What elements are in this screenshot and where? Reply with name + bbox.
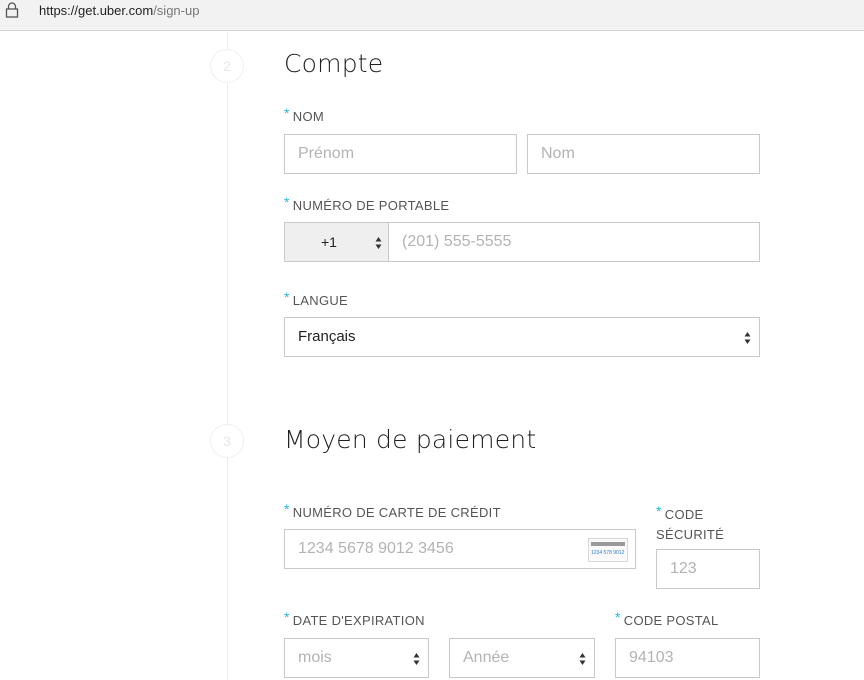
required-asterisk: * <box>284 105 290 121</box>
phone-input[interactable]: (201) 555-5555 <box>388 222 760 262</box>
select-arrows-icon <box>375 237 382 249</box>
select-arrows-icon <box>579 653 586 665</box>
card-number-placeholder: 1234 5678 9012 3456 <box>298 540 454 557</box>
progress-timeline <box>227 32 228 680</box>
cvv-input[interactable]: 123 <box>656 549 760 589</box>
required-asterisk: * <box>284 194 290 210</box>
language-label: * LANGUE <box>284 289 349 308</box>
expiry-month-placeholder: mois <box>298 649 332 666</box>
postal-code-input[interactable]: 94103 <box>615 638 760 678</box>
lock-icon <box>5 2 19 18</box>
expiry-label: * DATE D'EXPIRATION <box>284 609 425 628</box>
card-number-input[interactable]: 1234 5678 9012 3456 1234 578 9012 <box>284 529 636 569</box>
required-asterisk: * <box>284 289 290 305</box>
credit-card-icon: 1234 578 9012 <box>588 538 628 562</box>
first-name-input[interactable]: Prénom <box>284 134 517 174</box>
required-asterisk: * <box>284 501 290 517</box>
phone-label: * NUMÉRO DE PORTABLE <box>284 194 450 213</box>
step-number-account: 2 <box>210 49 244 83</box>
last-name-input[interactable]: Nom <box>527 134 760 174</box>
expiry-month-select[interactable]: mois <box>284 638 429 678</box>
required-asterisk: * <box>284 609 290 625</box>
browser-address-bar[interactable]: https://get.uber.com/sign-up <box>0 0 864 31</box>
cvv-label: * CODE SÉCURITÉ <box>656 503 725 542</box>
section-title-account: Compte <box>284 49 384 78</box>
url-text: https://get.uber.com/sign-up <box>39 3 200 18</box>
required-asterisk: * <box>615 609 621 625</box>
card-number-label: * NUMÉRO DE CARTE DE CRÉDIT <box>284 501 501 520</box>
step-number-payment: 3 <box>210 424 244 458</box>
country-code-select[interactable]: +1 <box>284 222 389 262</box>
expiry-year-select[interactable]: Année <box>449 638 595 678</box>
credit-card-icon-text: 1234 578 9012 <box>591 550 625 556</box>
select-arrows-icon <box>744 332 751 344</box>
expiry-year-placeholder: Année <box>463 649 510 666</box>
language-select[interactable]: Français <box>284 317 760 357</box>
postal-code-label: * CODE POSTAL <box>615 609 719 628</box>
required-asterisk: * <box>656 503 662 519</box>
select-arrows-icon <box>413 653 420 665</box>
section-title-payment: Moyen de paiement <box>284 425 537 454</box>
language-select-value: Français <box>298 328 356 345</box>
name-label: * NOM <box>284 105 324 124</box>
country-code-value: +1 <box>321 234 337 250</box>
